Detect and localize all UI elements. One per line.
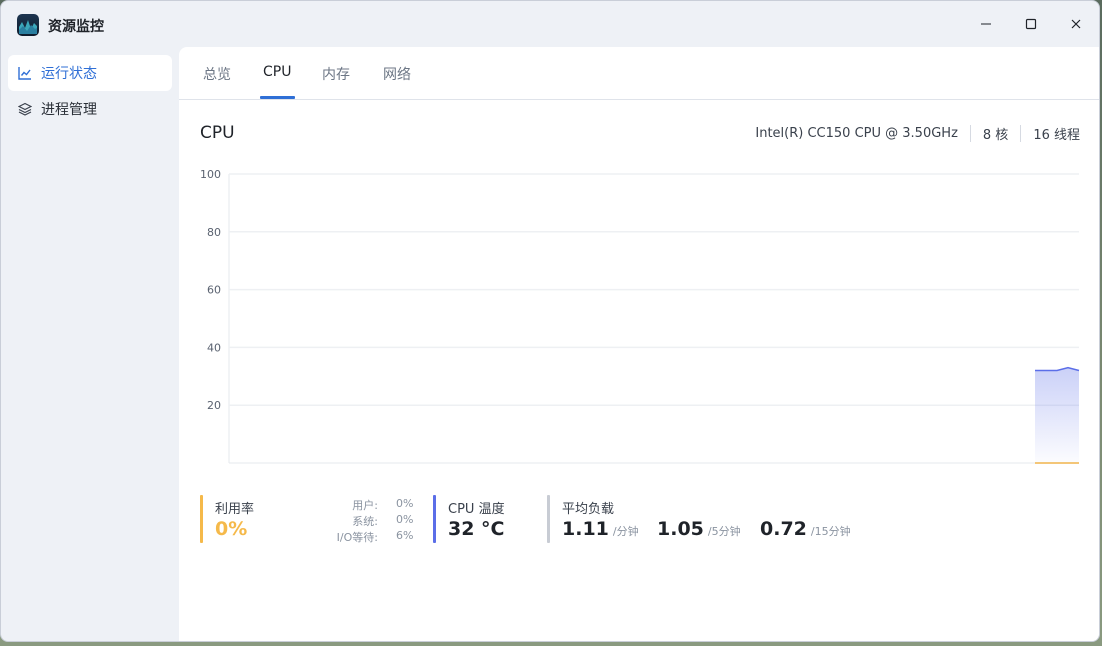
tab-memory[interactable]: 内存 — [322, 64, 350, 99]
minimize-icon — [981, 23, 991, 25]
load-value: 1.05 — [657, 518, 704, 540]
system-value: 0% — [396, 513, 414, 526]
user-label: 用户: — [352, 499, 378, 512]
load-unit: /15分钟 — [810, 525, 851, 538]
temperature-stat: CPU 温度 32 °C — [433, 495, 543, 545]
y-tick-label: 40 — [207, 341, 221, 354]
cpu-cores: 8 核 — [982, 128, 1009, 143]
cpu-model: Intel(R) CC150 CPU @ 3.50GHz — [755, 126, 958, 141]
y-tick-label: 60 — [207, 284, 221, 297]
tab-network[interactable]: 网络 — [383, 64, 411, 99]
iowait-value: 6% — [396, 529, 414, 542]
sidebar-item-label: 进程管理 — [41, 102, 97, 118]
app-window: 资源监控 运行状态 进程管理 总览 CPU 内存 网络 CPU Intel(R)… — [0, 0, 1100, 642]
usage-label: 利用率 — [215, 502, 255, 517]
usage-stat: 利用率 0% 用户: 0% 系统: 0% I/O等待: 6% — [200, 495, 413, 545]
sidebar-item-status[interactable]: 运行状态 — [8, 55, 172, 91]
sidebar-item-processes[interactable]: 进程管理 — [8, 91, 172, 127]
load-label: 平均负载 — [562, 502, 615, 517]
maximize-icon — [1025, 18, 1037, 30]
usage-value: 0% — [215, 518, 248, 540]
minimize-button[interactable] — [963, 9, 1009, 39]
load-5min: 1.05/5分钟 — [657, 518, 741, 540]
load-unit: /5分钟 — [707, 525, 741, 538]
cpu-threads: 16 线程 — [1033, 128, 1080, 143]
close-icon — [1071, 19, 1081, 29]
maximize-button[interactable] — [1008, 9, 1054, 39]
temperature-accent-bar — [433, 495, 436, 543]
divider — [969, 125, 971, 142]
sidebar: 运行状态 进程管理 — [1, 47, 179, 641]
tab-cpu[interactable]: CPU — [263, 64, 291, 99]
load-value: 0.72 — [760, 518, 807, 540]
tab-bar: 总览 CPU 内存 网络 — [179, 47, 1099, 100]
section-title: CPU — [200, 123, 235, 143]
tab-overview[interactable]: 总览 — [203, 64, 231, 99]
load-average-stat: 平均负载 1.11/分钟 1.05/5分钟 0.72/15分钟 — [547, 495, 867, 545]
system-label: 系统: — [352, 515, 378, 528]
temperature-value: 32 °C — [448, 518, 505, 540]
close-button[interactable] — [1053, 9, 1099, 39]
cpu-specs: Intel(R) CC150 CPU @ 3.50GHz 8 核 16 线程 — [755, 124, 1080, 143]
usage-accent-bar — [200, 495, 203, 543]
temperature-label: CPU 温度 — [448, 502, 505, 517]
cpu-usage-chart: 20 40 60 80 100 — [200, 168, 1080, 464]
load-accent-bar — [547, 495, 550, 543]
layers-icon — [18, 102, 32, 116]
title-bar: 资源监控 — [1, 1, 1099, 47]
app-title: 资源监控 — [48, 19, 104, 35]
y-tick-label: 100 — [200, 168, 221, 181]
divider — [1020, 125, 1022, 142]
load-15min: 0.72/15分钟 — [760, 518, 851, 540]
series-area — [1035, 367, 1079, 463]
main-panel: 总览 CPU 内存 网络 CPU Intel(R) CC150 CPU @ 3.… — [179, 47, 1099, 641]
user-value: 0% — [396, 497, 414, 510]
load-1min: 1.11/分钟 — [562, 518, 639, 540]
y-tick-label: 80 — [207, 226, 221, 239]
load-value: 1.11 — [562, 518, 609, 540]
y-tick-label: 20 — [207, 399, 221, 412]
active-tab-indicator — [260, 96, 295, 99]
line-chart-icon — [18, 66, 32, 80]
load-unit: /分钟 — [612, 525, 639, 538]
app-logo-icon — [17, 14, 39, 36]
iowait-label: I/O等待: — [336, 531, 378, 544]
sidebar-item-label: 运行状态 — [41, 66, 97, 82]
